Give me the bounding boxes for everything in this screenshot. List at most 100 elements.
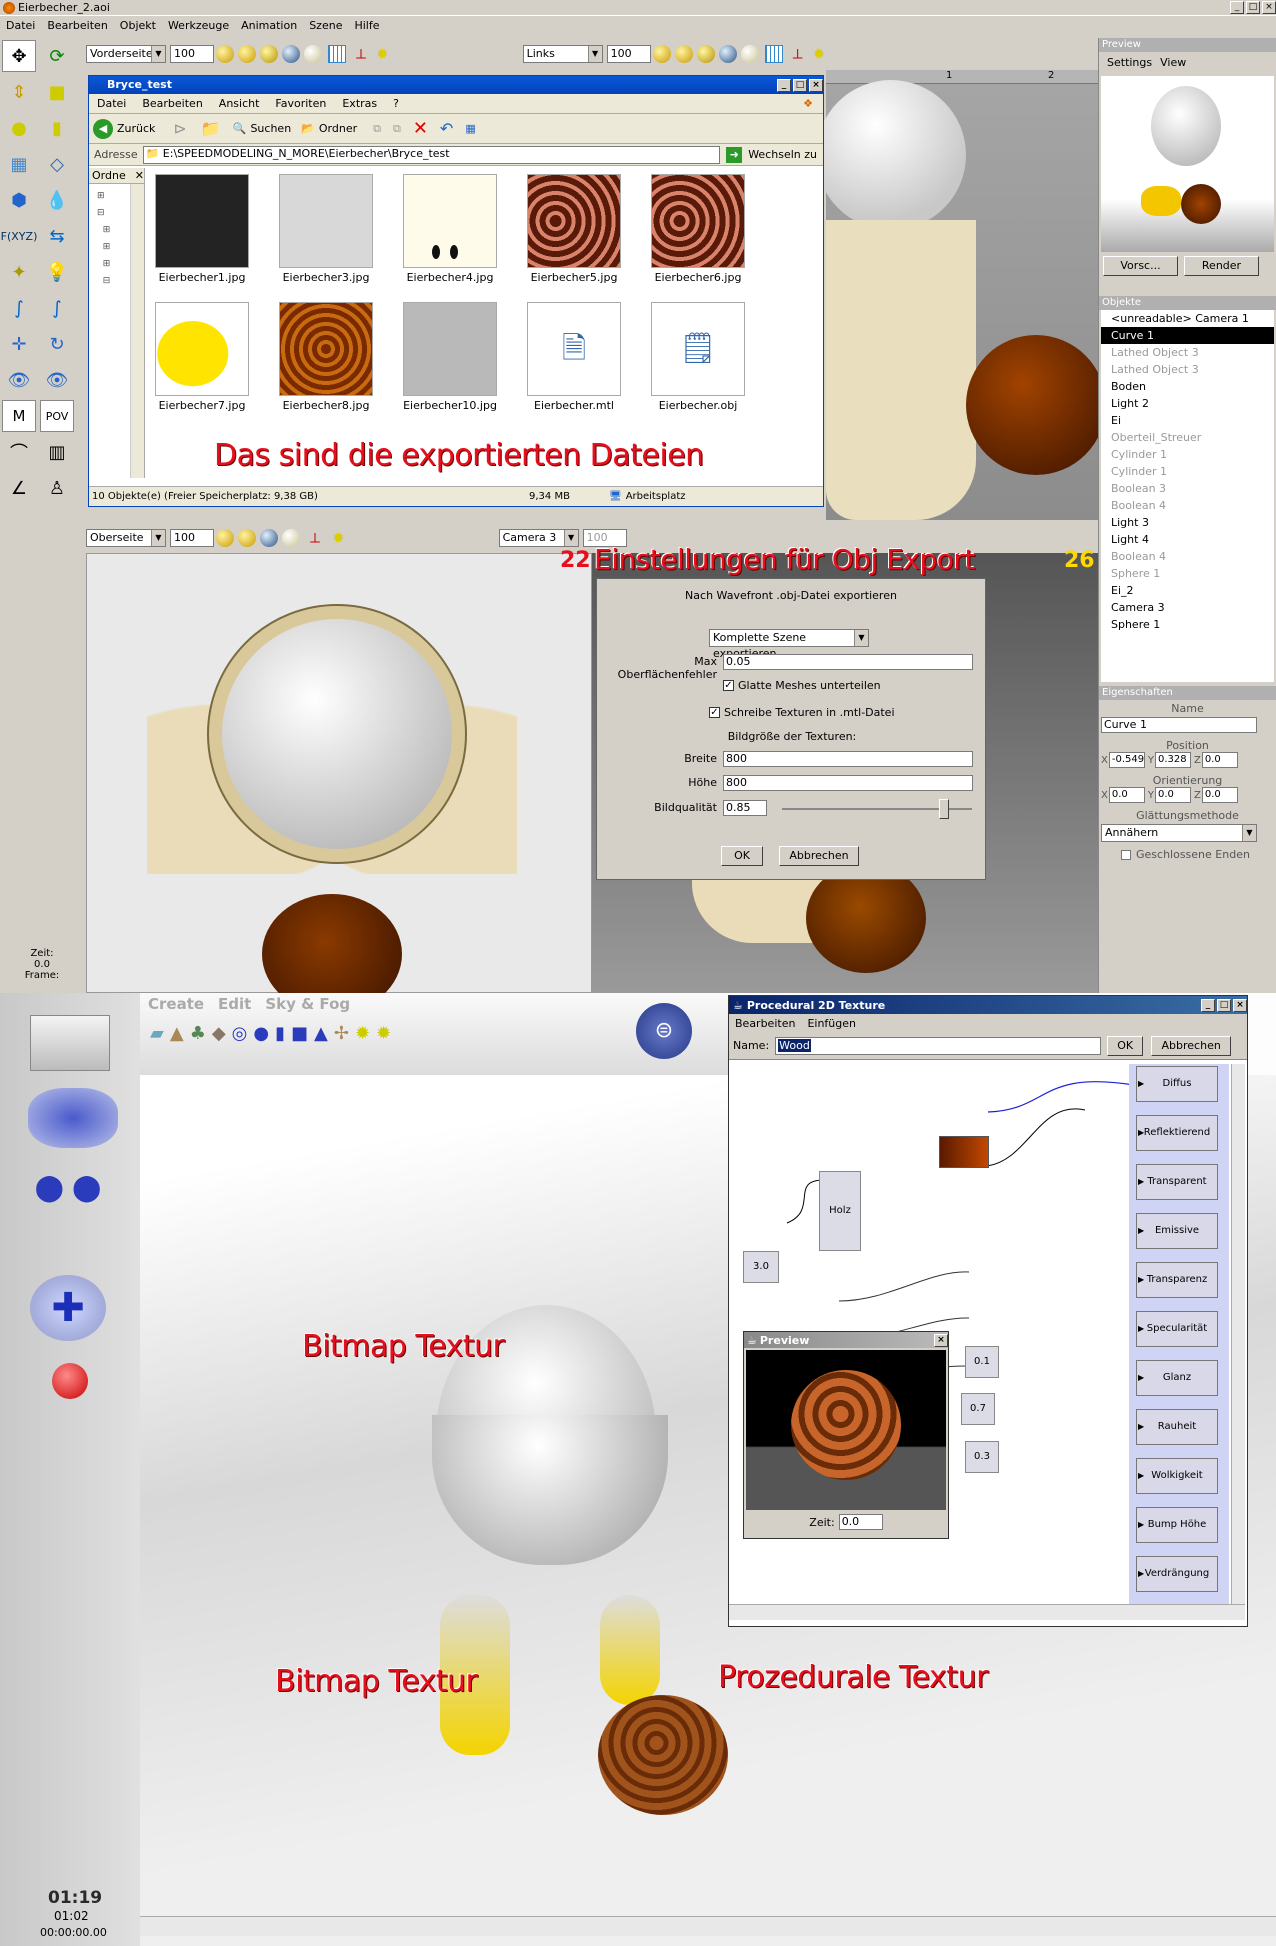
menu-hilfe[interactable]: Hilfe <box>354 17 379 35</box>
output-node[interactable]: ▶ Glanz <box>1136 1360 1218 1396</box>
angle-tool-icon[interactable]: ∠ <box>2 472 36 504</box>
tree-icon[interactable]: ♣ <box>190 1023 206 1044</box>
render-transparent-icon[interactable] <box>740 45 759 63</box>
preview-sub-zeit-field[interactable]: 0.0 <box>838 1514 883 1530</box>
curve-tool-icon[interactable]: ∫ <box>2 292 36 324</box>
object-list-item[interactable]: Lathed Object 3 <box>1101 361 1274 378</box>
light-bulb-icon[interactable]: ✹ <box>813 45 826 63</box>
node-holz[interactable]: Holz <box>819 1171 861 1251</box>
explorer-menu-bearbeiten[interactable]: Bearbeiten <box>142 97 202 110</box>
undo-icon[interactable]: ↶ <box>440 119 453 138</box>
output-node[interactable]: ▶ Diffus <box>1136 1066 1218 1102</box>
object-list-item[interactable]: Camera 3 <box>1101 599 1274 616</box>
output-node[interactable]: ▶ Wolkigkeit <box>1136 1458 1218 1494</box>
lights-icon[interactable]: ✹ <box>376 1023 391 1044</box>
torus-icon[interactable]: ◎ <box>232 1023 248 1044</box>
texture-name-field[interactable]: Wood <box>775 1036 1102 1055</box>
bulb-tool-icon[interactable]: 💡 <box>40 256 74 288</box>
object-list-item[interactable]: Sphere 1 <box>1101 616 1274 633</box>
object-list-item[interactable]: Boden <box>1101 378 1274 395</box>
file-item[interactable]: Eierbecher5.jpg <box>527 174 621 284</box>
mtl-checkbox[interactable]: ✓ <box>709 707 720 718</box>
scale-ruler-icon[interactable]: ▥ <box>40 436 74 468</box>
drops-tool-icon[interactable]: 💧 <box>40 184 74 216</box>
texture-ok-button[interactable]: OK <box>1107 1035 1144 1056</box>
render-flat-icon[interactable] <box>238 45 256 63</box>
rock-icon[interactable]: ◆ <box>212 1023 226 1044</box>
output-node[interactable]: ▶ Verdrängung <box>1136 1556 1218 1592</box>
smooth-checkbox[interactable]: ✓ <box>723 680 734 691</box>
render-flat-icon[interactable] <box>674 45 693 63</box>
output-node[interactable]: ▶ Transparenz <box>1136 1262 1218 1298</box>
search-button[interactable]: Suchen <box>250 122 291 135</box>
back-button[interactable]: Zurück <box>117 122 155 135</box>
quality-slider-thumb[interactable] <box>938 799 949 819</box>
output-node[interactable]: ▶ Reflektierend <box>1136 1115 1218 1151</box>
pos-y-field[interactable]: 0.328 <box>1154 752 1191 768</box>
texture-cancel-button[interactable]: Abbrechen <box>1151 1035 1232 1056</box>
render-smooth-icon[interactable] <box>260 45 278 63</box>
explorer-maximize-button[interactable]: □ <box>793 78 807 92</box>
tree-scrollbar[interactable] <box>130 184 144 478</box>
camera-xz-controls-icon[interactable]: ⬤ ⬤ <box>10 1173 126 1233</box>
render-textured-icon[interactable] <box>282 45 300 63</box>
search-icon[interactable]: 🔍 <box>233 122 247 135</box>
menu-werkzeuge[interactable]: Werkzeuge <box>168 17 229 35</box>
render-textured-icon[interactable] <box>260 529 278 547</box>
file-item[interactable]: Eierbecher7.jpg <box>155 302 249 412</box>
node-value-03[interactable]: 0.3 <box>965 1441 999 1473</box>
texture-hscroll[interactable] <box>729 1604 1245 1620</box>
copy-to-icon[interactable]: ⧉ <box>393 122 401 136</box>
preview-sub-close-button[interactable]: × <box>934 1333 948 1347</box>
viewport-right-top[interactable]: 1 2 <box>816 70 1106 520</box>
minimize-button[interactable]: _ <box>1230 1 1244 14</box>
pos-z-field[interactable]: 0.0 <box>1201 752 1238 768</box>
name-field[interactable]: Curve 1 <box>1101 717 1257 733</box>
terrain-icon[interactable]: ▲ <box>170 1023 184 1044</box>
object-list-item[interactable]: Ei <box>1101 412 1274 429</box>
explorer-menu-ansicht[interactable]: Ansicht <box>219 97 260 110</box>
object-list-item[interactable]: Cylinder 1 <box>1101 446 1274 463</box>
render-wire-icon[interactable] <box>216 45 234 63</box>
water-plane-icon[interactable]: ▰ <box>150 1023 164 1044</box>
preview-menu-view[interactable]: View <box>1160 56 1186 69</box>
tree-close-icon[interactable]: ✕ <box>135 169 144 182</box>
object-list-item[interactable]: Curve 1 <box>1101 327 1274 344</box>
file-item[interactable]: Eierbecher4.jpg <box>403 174 497 284</box>
grid-icon[interactable] <box>764 45 783 63</box>
light-bulb-icon[interactable]: ✹ <box>332 529 345 547</box>
view-select-right[interactable]: Links ▼ <box>522 45 603 63</box>
pyramid-icon[interactable]: ▲ <box>314 1023 328 1044</box>
maximize-button[interactable]: □ <box>1246 1 1260 14</box>
render-button-icon[interactable] <box>52 1363 88 1399</box>
rotate-tool-icon[interactable]: ⟳ <box>40 40 74 72</box>
figure-tool-icon[interactable]: ♙ <box>40 472 74 504</box>
node-value-01[interactable]: 0.1 <box>965 1346 999 1378</box>
object-list-item[interactable]: Boolean 4 <box>1101 548 1274 565</box>
grid-icon[interactable] <box>328 45 346 63</box>
object-list-item[interactable]: Oberteil_Streuer <box>1101 429 1274 446</box>
eye2-tool-icon[interactable]: 👁 <box>40 364 74 396</box>
mesh-tool-icon[interactable]: ⬢ <box>2 184 36 216</box>
axes-icon[interactable]: ⟂ <box>793 45 803 63</box>
file-item[interactable]: Eierbecher6.jpg <box>651 174 745 284</box>
file-item[interactable]: Eierbecher10.jpg <box>403 302 497 412</box>
folder-up-icon[interactable]: 📁 <box>201 119 221 138</box>
scale-tool-icon[interactable]: ⇕ <box>2 76 36 108</box>
preview-menu-settings[interactable]: Settings <box>1107 56 1152 69</box>
explorer-menu-help[interactable]: ? <box>393 97 399 110</box>
output-node[interactable]: ▶ Emissive <box>1136 1213 1218 1249</box>
polygon-tool-icon[interactable]: ◇ <box>40 148 74 180</box>
delete-icon[interactable]: ✕ <box>413 118 428 139</box>
menu-animation[interactable]: Animation <box>241 17 297 35</box>
camera-trackball-icon[interactable] <box>28 1088 118 1148</box>
node-value-07[interactable]: 0.7 <box>961 1393 995 1425</box>
spline-tool-icon[interactable]: ∫ <box>40 292 74 324</box>
object-list-item[interactable]: Boolean 3 <box>1101 480 1274 497</box>
axes-icon[interactable]: ⟂ <box>356 45 366 63</box>
closed-ends-option[interactable]: Geschlossene Enden <box>1121 848 1276 861</box>
render-wire-icon[interactable] <box>652 45 671 63</box>
view-mode-icon[interactable]: ▦ <box>465 122 475 135</box>
camera-rotate-icon[interactable]: ↻ <box>40 328 74 360</box>
object-list-item[interactable]: Boolean 4 <box>1101 497 1274 514</box>
